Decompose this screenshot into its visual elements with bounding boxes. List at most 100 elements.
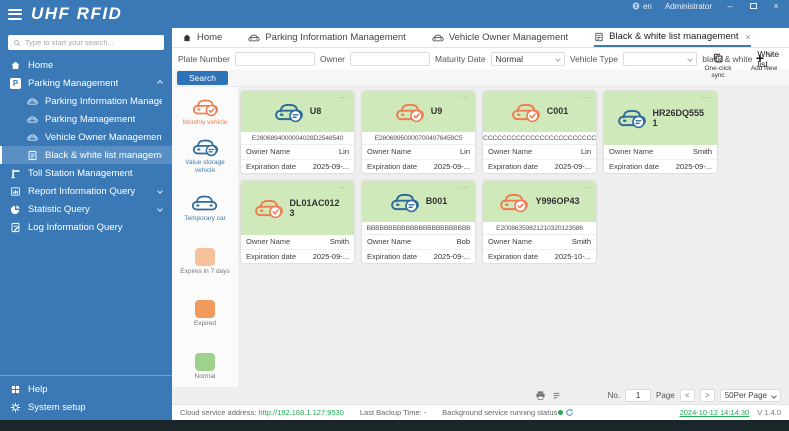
printer-icon[interactable] (535, 390, 546, 401)
card-menu-button[interactable]: ... (459, 181, 470, 190)
add-new-button[interactable]: + Add New (745, 51, 783, 80)
per-page-select[interactable]: 50Per Page (719, 389, 781, 402)
sidebar-item-home[interactable]: Home (0, 56, 172, 74)
vehicle-card[interactable]: ... HR26DQ5551 Owner Name Smith Expiratio… (604, 91, 717, 173)
card-menu-button[interactable]: ... (338, 181, 349, 190)
category-monthly-vehicle[interactable]: Monthly vehicle (183, 97, 227, 126)
maturity-date-select[interactable]: Normal (490, 52, 565, 66)
vehicle-card[interactable]: ... B001 BBBBBBBBBBBBBBBBBBBBBBBB Owner … (362, 181, 475, 263)
refresh-icon[interactable] (565, 408, 574, 417)
tab-label: Black & white list management (609, 31, 739, 42)
sidebar-item-label: Log Information Query (28, 221, 123, 233)
category-label: Normal (194, 372, 216, 380)
plate-number: C001 (546, 106, 569, 117)
sidebar-group-parking-management[interactable]: P Parking Management (0, 74, 172, 92)
tab-parking-information-management[interactable]: Parking Information Management (248, 28, 406, 47)
owner-name-label: Owner Name (488, 237, 533, 247)
plate-number: B001 (425, 196, 448, 207)
card-menu-button[interactable]: ... (701, 91, 712, 100)
expiration-date-label: Expiration date (488, 251, 539, 261)
pagination-bar: No. Page < > 50Per Page (172, 387, 789, 404)
vehicle-type-select[interactable] (622, 52, 698, 66)
page-no-label: No. (607, 391, 621, 400)
pie-chart-icon (10, 204, 21, 215)
sidebar-search-input[interactable] (25, 38, 159, 47)
expiration-date-label: Expiration date (246, 251, 297, 261)
hamburger-menu-icon[interactable] (8, 8, 22, 20)
sidebar-item-parking-information-management[interactable]: Parking Information Management (0, 92, 172, 110)
card-menu-button[interactable]: ... (580, 91, 591, 100)
language-switcher[interactable]: en (632, 2, 652, 11)
epc-code: E20086359821210320123586 (483, 222, 596, 235)
sidebar-item-parking-management[interactable]: Parking Management (0, 110, 172, 128)
epc-code: E2806894000004028D2548540 (241, 132, 354, 145)
owner-name-label: Owner Name (488, 147, 533, 157)
car-icon (27, 114, 38, 125)
vehicle-card[interactable]: ... DL01AC0123 Owner Name Smith Expiratio… (241, 181, 354, 263)
next-page-button[interactable]: > (699, 389, 715, 402)
user-menu[interactable]: Administrator (665, 2, 712, 11)
cloud-address-link[interactable]: http://192.168.1.127:9530 (258, 408, 344, 417)
sidebar-item-report-information-query[interactable]: Report Information Query (0, 182, 172, 200)
status-bar: Cloud service address: http://192.168.1.… (172, 404, 789, 420)
minimize-button[interactable]: – (725, 1, 735, 11)
sidebar-item-label: Help (28, 383, 48, 395)
category-temporary-car[interactable]: Temporary car (184, 193, 226, 222)
expiration-date-value: 2025-10-... (554, 251, 591, 261)
close-button[interactable]: × (771, 1, 781, 11)
category-label: Expired (193, 320, 217, 328)
sidebar-item-help[interactable]: Help (0, 380, 172, 398)
sync-copy-icon (712, 52, 724, 64)
category-value-storage-vehicle[interactable]: Value storage vehicle (175, 137, 235, 174)
sidebar-search[interactable] (8, 35, 164, 50)
normal-swatch-icon (194, 352, 215, 371)
card-header: ... HR26DQ5551 (604, 91, 717, 145)
home-icon (182, 33, 192, 43)
card-menu-button[interactable]: ... (580, 181, 591, 190)
category-label: Value storage vehicle (185, 159, 225, 174)
car-chat-icon (390, 191, 420, 213)
vehicle-card[interactable]: ... C001 CCCCCCCCCCCCCCCCCCCCCCCC Owner … (483, 91, 596, 173)
main-area: Home Parking Information Management Vehi… (172, 28, 789, 420)
owner-name-label: Owner Name (367, 237, 412, 247)
maximize-button[interactable] (748, 1, 758, 11)
car-check-icon (192, 97, 219, 117)
one-click-sync-button[interactable]: One-click sync (699, 52, 737, 80)
sidebar-item-black-white-list-management[interactable]: Black & white list management (0, 146, 172, 164)
page-number-input[interactable] (625, 389, 652, 402)
prev-page-button[interactable]: < (679, 389, 695, 402)
sidebar-item-label: Statistic Query (28, 203, 90, 215)
sidebar-item-system-setup[interactable]: System setup (0, 398, 172, 416)
log-icon (10, 222, 21, 233)
category-expires-in-7-days[interactable]: Expires in 7 days (180, 242, 230, 275)
card-header: ... U9 (362, 91, 475, 132)
tab-close-icon[interactable]: × (746, 32, 751, 42)
card-menu-button[interactable]: ... (338, 91, 349, 100)
document-icon (27, 150, 38, 161)
vehicle-card[interactable]: ... Y996OP43 E20086359821210320123586 Ow… (483, 181, 596, 263)
card-header: ... U8 (241, 91, 354, 132)
sidebar-item-toll-station-management[interactable]: Toll Station Management (0, 164, 172, 182)
vehicle-card[interactable]: ... U9 E280699500007004076459C5 Owner Na… (362, 91, 475, 173)
tab-black-white-list-management[interactable]: Black & white list management × (594, 28, 751, 47)
chevron-down-icon (157, 188, 163, 194)
vehicle-card[interactable]: ... U8 E2806894000004028D2548540 Owner N… (241, 91, 354, 173)
plate-number-input[interactable] (234, 52, 315, 66)
language-label: en (642, 1, 652, 11)
owner-input[interactable] (350, 52, 431, 66)
list-view-icon[interactable] (552, 391, 561, 400)
tab-label: Home (197, 32, 223, 43)
help-grid-icon (10, 384, 21, 395)
category-normal[interactable]: Normal (194, 347, 216, 380)
tab-vehicle-owner-management[interactable]: Vehicle Owner Management (432, 28, 568, 47)
sidebar-item-vehicle-owner-management[interactable]: Vehicle Owner Management (0, 128, 172, 146)
tab-home[interactable]: Home (182, 28, 222, 47)
plate-number: Y996OP43 (535, 196, 580, 207)
card-menu-button[interactable]: ... (459, 91, 470, 100)
sidebar-item-statistic-query[interactable]: Statistic Query (0, 200, 172, 218)
sidebar-item-log-information-query[interactable]: Log Information Query (0, 218, 172, 236)
tab-label: Vehicle Owner Management (448, 32, 569, 43)
category-expired[interactable]: Expired (194, 294, 216, 327)
filter-bar: Plate Number Owner Maturity Date Normal … (172, 48, 789, 70)
search-button[interactable]: Search (177, 71, 228, 85)
